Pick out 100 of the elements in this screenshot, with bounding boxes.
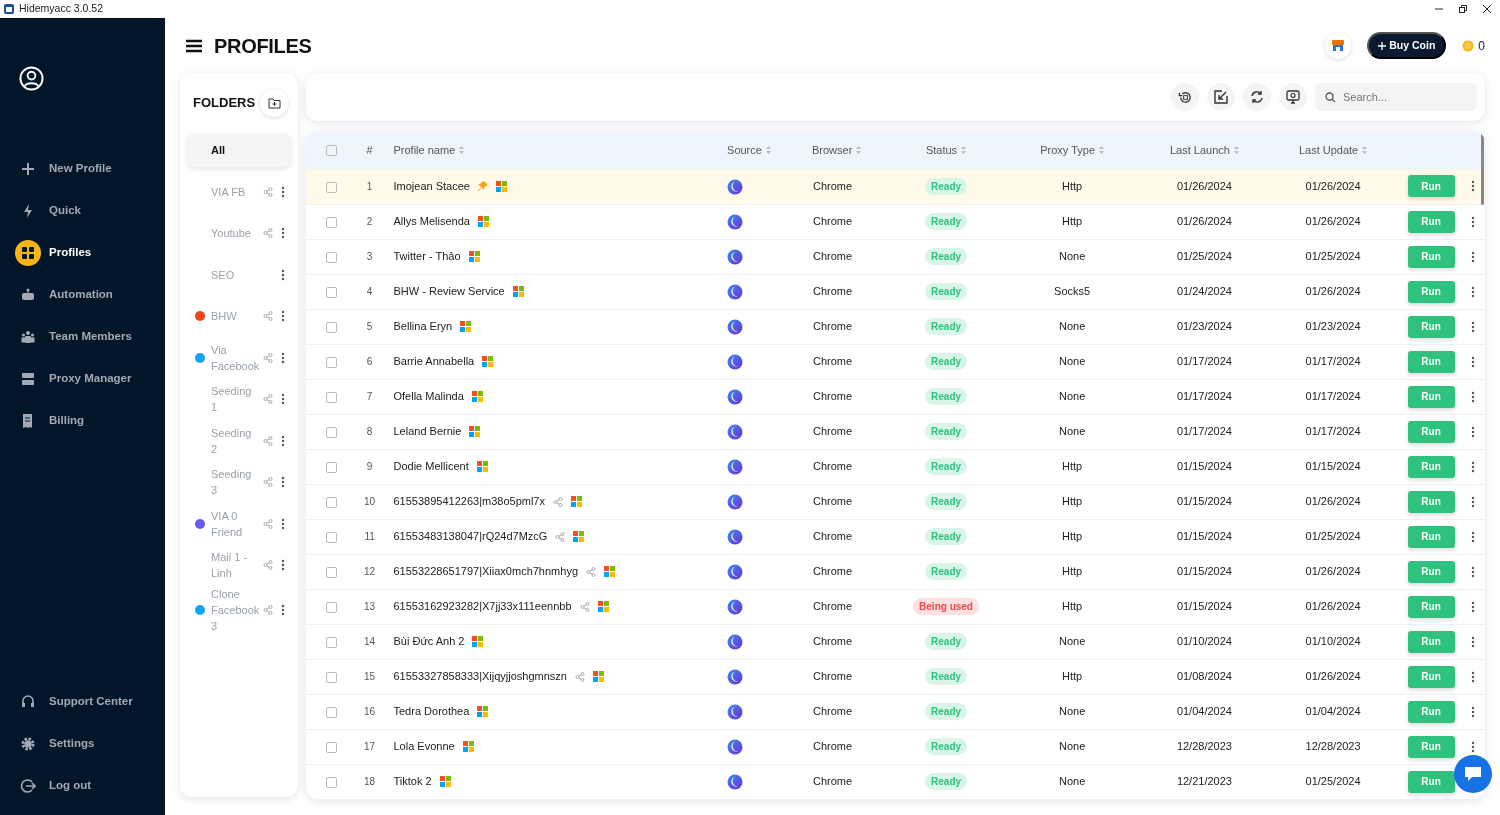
- share-icon[interactable]: [263, 394, 274, 405]
- more-icon[interactable]: [1470, 425, 1475, 438]
- sidebar-item[interactable]: New Profile: [0, 148, 165, 190]
- more-icon[interactable]: [1470, 740, 1475, 753]
- user-avatar-icon[interactable]: [19, 65, 44, 91]
- search-field[interactable]: Search...: [1315, 83, 1477, 111]
- run-button[interactable]: Run: [1407, 665, 1455, 688]
- column-header[interactable]: Profile name: [393, 141, 465, 159]
- sort-icon[interactable]: [765, 146, 771, 154]
- more-icon[interactable]: [1470, 530, 1475, 543]
- more-icon[interactable]: [1470, 180, 1475, 193]
- run-button[interactable]: Run: [1407, 245, 1455, 268]
- share-icon[interactable]: [263, 186, 274, 197]
- add-folder-button[interactable]: [260, 89, 289, 117]
- run-button[interactable]: Run: [1407, 700, 1455, 723]
- sidebar-item[interactable]: Automation: [0, 274, 165, 316]
- run-button[interactable]: Run: [1407, 175, 1455, 198]
- more-icon[interactable]: [1470, 670, 1475, 683]
- folder-item[interactable]: Seeding 3: [187, 461, 292, 503]
- more-icon[interactable]: [1470, 215, 1475, 228]
- folder-item[interactable]: Seeding 2: [187, 420, 292, 462]
- sidebar-item[interactable]: Log out: [0, 765, 165, 807]
- sidebar-item[interactable]: Profiles: [0, 232, 165, 274]
- sidebar-item[interactable]: Billing: [0, 400, 165, 442]
- pin-icon[interactable]: [477, 181, 488, 192]
- refresh-button[interactable]: [1243, 83, 1271, 111]
- run-button[interactable]: Run: [1407, 630, 1455, 653]
- share-icon[interactable]: [263, 228, 274, 239]
- scrollbar[interactable]: [1481, 133, 1484, 205]
- folder-item[interactable]: Youtube: [187, 212, 292, 254]
- more-icon[interactable]: [281, 559, 286, 572]
- more-icon[interactable]: [1470, 635, 1475, 648]
- share-icon[interactable]: [579, 601, 590, 612]
- more-icon[interactable]: [1470, 705, 1475, 718]
- sidebar-item[interactable]: Team Members: [0, 316, 165, 358]
- row-checkbox[interactable]: [325, 461, 337, 473]
- row-checkbox[interactable]: [325, 286, 337, 298]
- sidebar-item[interactable]: Support Center: [0, 681, 165, 723]
- row-checkbox[interactable]: [325, 741, 337, 753]
- run-button[interactable]: Run: [1407, 735, 1455, 758]
- more-icon[interactable]: [1470, 285, 1475, 298]
- share-icon[interactable]: [263, 311, 274, 322]
- sort-icon[interactable]: [961, 146, 967, 154]
- more-icon[interactable]: [281, 476, 286, 489]
- folder-item[interactable]: Seeding 1: [187, 378, 292, 420]
- folder-item[interactable]: SEO: [187, 254, 292, 296]
- run-button[interactable]: Run: [1407, 350, 1455, 373]
- more-icon[interactable]: [281, 517, 286, 530]
- row-checkbox[interactable]: [325, 391, 337, 403]
- row-checkbox[interactable]: [325, 181, 337, 193]
- buy-coin-button[interactable]: Buy Coin: [1367, 31, 1447, 60]
- row-checkbox[interactable]: [325, 321, 337, 333]
- run-button[interactable]: Run: [1407, 455, 1455, 478]
- share-icon[interactable]: [553, 496, 563, 507]
- row-checkbox[interactable]: [325, 671, 337, 683]
- run-button[interactable]: Run: [1407, 315, 1455, 338]
- share-icon[interactable]: [263, 352, 274, 363]
- sort-icon[interactable]: [1099, 146, 1105, 154]
- row-checkbox[interactable]: [325, 426, 337, 438]
- run-button[interactable]: Run: [1407, 560, 1455, 583]
- folder-item[interactable]: VIA FB: [187, 171, 292, 213]
- run-button[interactable]: Run: [1407, 595, 1455, 618]
- folder-item[interactable]: VIA 0 Friend: [187, 503, 292, 545]
- more-icon[interactable]: [1470, 320, 1475, 333]
- more-icon[interactable]: [1470, 250, 1475, 263]
- more-icon[interactable]: [1470, 355, 1475, 368]
- sidebar-item[interactable]: Proxy Manager: [0, 358, 165, 400]
- row-checkbox[interactable]: [325, 216, 337, 228]
- more-icon[interactable]: [1470, 460, 1475, 473]
- more-icon[interactable]: [1470, 565, 1475, 578]
- share-icon[interactable]: [263, 518, 274, 529]
- more-icon[interactable]: [1470, 495, 1475, 508]
- sort-icon[interactable]: [856, 146, 862, 154]
- settings-button[interactable]: [1279, 83, 1307, 111]
- more-icon[interactable]: [281, 185, 286, 198]
- run-button[interactable]: Run: [1407, 420, 1455, 443]
- folder-item[interactable]: Via Facebook: [187, 337, 292, 379]
- run-button[interactable]: Run: [1407, 385, 1455, 408]
- menu-icon[interactable]: [186, 38, 202, 53]
- more-icon[interactable]: [281, 227, 286, 240]
- share-icon[interactable]: [263, 477, 274, 488]
- share-icon[interactable]: [575, 671, 585, 682]
- row-checkbox[interactable]: [325, 776, 337, 788]
- sort-icon[interactable]: [1233, 146, 1239, 154]
- share-icon[interactable]: [555, 531, 566, 542]
- row-checkbox[interactable]: [325, 251, 337, 263]
- row-checkbox[interactable]: [325, 356, 337, 368]
- more-icon[interactable]: [1470, 390, 1475, 403]
- more-icon[interactable]: [281, 604, 286, 616]
- history-button[interactable]: [1171, 83, 1199, 111]
- more-icon[interactable]: [281, 393, 286, 406]
- row-checkbox[interactable]: [325, 601, 337, 613]
- folder-item[interactable]: BHW: [187, 295, 292, 337]
- import-button[interactable]: [1207, 83, 1235, 111]
- row-checkbox[interactable]: [325, 566, 337, 578]
- row-checkbox[interactable]: [325, 531, 337, 543]
- share-icon[interactable]: [263, 560, 274, 571]
- more-icon[interactable]: [1470, 600, 1475, 613]
- column-header[interactable]: Status: [925, 141, 967, 159]
- select-all-checkbox[interactable]: [325, 145, 337, 157]
